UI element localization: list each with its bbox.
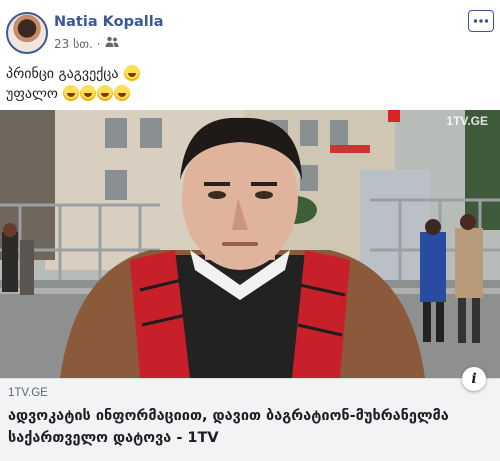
author-name[interactable]: Natia Kopalla — [54, 14, 164, 30]
post-photo[interactable]: 1TV.GE — [0, 110, 500, 378]
post-text: პრინცი გაგვექცა უფალო — [6, 64, 140, 104]
post-text-line-1-content: პრინცი გაგვექცა — [6, 66, 119, 82]
meta-separator: · — [96, 36, 101, 51]
link-domain: 1TV.GE — [8, 387, 48, 399]
post-text-line-2-content: უფალო — [6, 86, 58, 102]
laughing-emoji-icon — [80, 85, 97, 101]
ellipsis-icon — [473, 19, 489, 23]
photo-watermark: 1TV.GE — [446, 114, 488, 128]
grinning-emoji-icon — [123, 65, 140, 81]
post-timestamp[interactable]: 23 სთ. — [54, 37, 93, 51]
post-text-line-1: პრინცი გაგვექცა — [6, 64, 140, 84]
laughing-emoji-icon — [97, 85, 114, 101]
post-header: Natia Kopalla 23 სთ. · — [0, 0, 500, 58]
author-avatar[interactable] — [6, 12, 48, 54]
post-meta: 23 სთ. · — [54, 36, 119, 51]
more-options-button[interactable] — [468, 10, 494, 32]
info-icon[interactable]: i — [462, 367, 486, 391]
post-text-line-2: უფალო — [6, 84, 140, 104]
laughing-emoji-icon — [114, 85, 131, 101]
news-photo-illustration — [0, 110, 500, 378]
facebook-post: Natia Kopalla 23 სთ. · პრინცი გაგვექცა უ… — [0, 0, 500, 461]
laughing-emoji-icon — [63, 85, 80, 101]
friends-icon[interactable] — [105, 36, 119, 51]
link-headline[interactable]: ადვოკატის ინფორმაციით, დავით ბაგრატიონ-მ… — [8, 405, 488, 449]
link-preview[interactable]: i 1TV.GE ადვოკატის ინფორმაციით, დავით ბა… — [0, 367, 500, 461]
